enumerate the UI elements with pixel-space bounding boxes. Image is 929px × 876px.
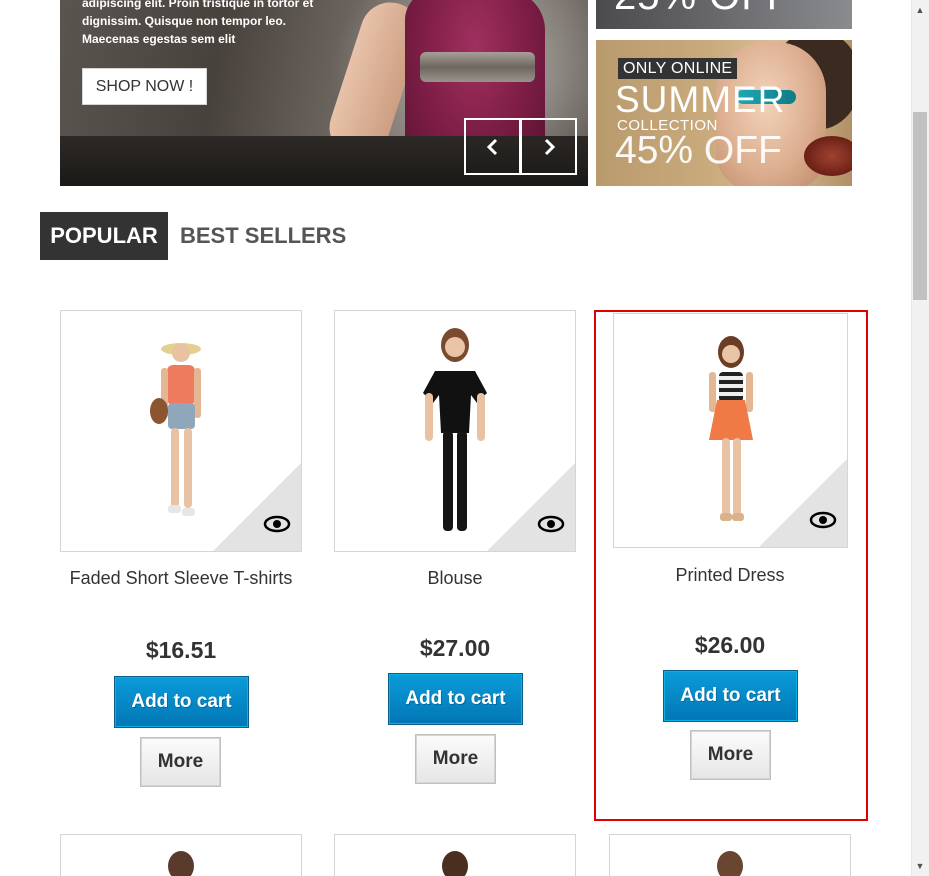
quick-view-corner[interactable]	[213, 463, 301, 551]
product-price: $16.51	[145, 637, 217, 663]
eye-icon[interactable]	[537, 515, 565, 533]
product-image[interactable]	[334, 310, 576, 552]
more-button[interactable]: More	[415, 734, 496, 784]
more-button[interactable]: More	[690, 730, 771, 780]
chevron-left-icon	[486, 138, 497, 155]
quick-view-corner[interactable]	[759, 459, 847, 547]
product-model-head	[168, 851, 194, 876]
hero-text-line: Maecenas egestas sem elit	[82, 32, 236, 46]
banner-top-text: 25% OFF	[614, 0, 792, 19]
product-image[interactable]	[334, 834, 576, 876]
hero-text-line: adipiscing elit. Proin tristique in tort…	[82, 0, 314, 10]
product-name[interactable]: Faded Short Sleeve T-shirts	[60, 566, 302, 591]
banner-top-promo[interactable]: 25% OFF	[596, 0, 852, 29]
tab-best-sellers[interactable]: BEST SELLERS	[180, 212, 346, 260]
add-to-cart-button[interactable]: Add to cart	[114, 676, 249, 728]
hero-model-belt	[420, 52, 535, 82]
discount-label: 45% OFF	[615, 129, 782, 172]
tab-popular[interactable]: POPULAR	[40, 212, 168, 260]
add-to-cart-button[interactable]: Add to cart	[663, 670, 798, 722]
product-image[interactable]	[613, 313, 848, 548]
eye-icon[interactable]	[809, 511, 837, 529]
scrollbar-thumb[interactable]	[913, 112, 927, 300]
shop-now-button[interactable]: SHOP NOW !	[82, 68, 207, 105]
slider-next-button[interactable]	[520, 118, 577, 175]
product-model-image	[150, 343, 201, 516]
scroll-down-arrow-icon[interactable]: ▼	[911, 858, 929, 874]
summer-title: SUMMER	[615, 79, 786, 120]
only-online-badge: ONLY ONLINE	[618, 58, 738, 79]
hero-description: adipiscing elit. Proin tristique in tort…	[82, 0, 332, 48]
more-button[interactable]: More	[140, 737, 221, 787]
quick-view-corner[interactable]	[487, 463, 575, 551]
product-name[interactable]: Blouse	[334, 566, 576, 591]
banner-model-sunglasses	[804, 136, 852, 176]
product-model-head	[717, 851, 743, 876]
product-name[interactable]: Printed Dress	[609, 563, 851, 588]
hero-text-line: dignissim. Quisque non tempor leo.	[82, 14, 287, 28]
product-price: $27.00	[419, 635, 491, 661]
slider-prev-button[interactable]	[464, 118, 521, 175]
product-model-head	[442, 851, 468, 876]
product-image[interactable]	[609, 834, 851, 876]
product-image[interactable]	[60, 834, 302, 876]
product-price: $26.00	[694, 632, 766, 658]
product-image[interactable]	[60, 310, 302, 552]
eye-icon[interactable]	[263, 515, 291, 533]
scroll-up-arrow-icon[interactable]: ▲	[911, 2, 929, 18]
add-to-cart-button[interactable]: Add to cart	[388, 673, 523, 725]
chevron-right-icon	[544, 138, 555, 155]
